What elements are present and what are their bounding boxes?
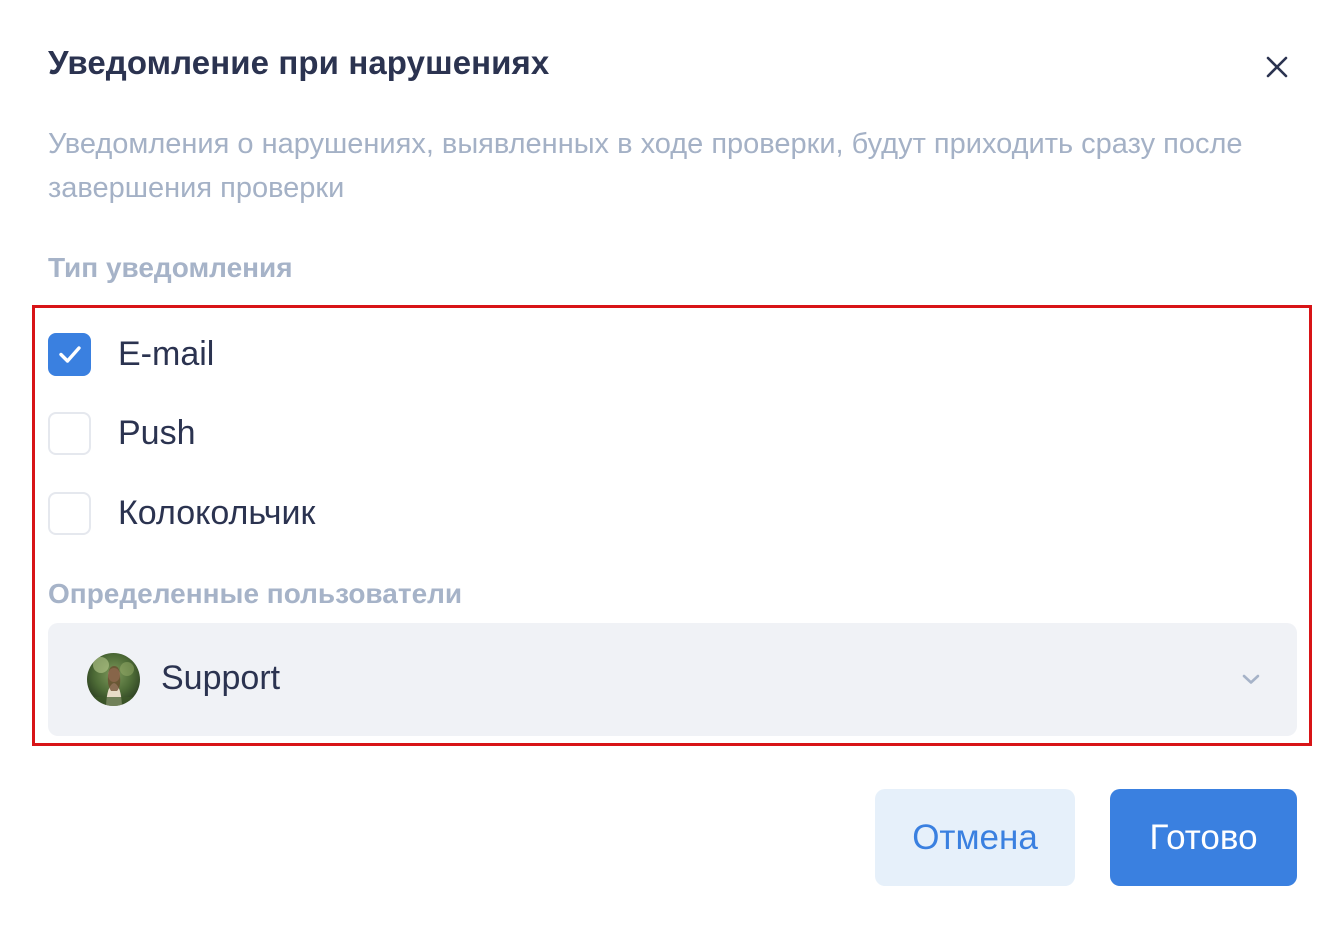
checkbox-email[interactable]: E-mail (48, 332, 214, 376)
dialog-title: Уведомление при нарушениях (48, 44, 550, 81)
cancel-button[interactable]: Отмена (875, 789, 1075, 886)
dialog-description: Уведомления о нарушениях, выявленных в х… (48, 128, 1243, 204)
bell-checkbox[interactable] (48, 491, 91, 535)
avatar (87, 653, 140, 706)
close-button[interactable] (1258, 48, 1296, 86)
push-label: Push (118, 413, 196, 452)
notification-dialog: Уведомление при нарушениях Уведомления о… (0, 0, 1342, 932)
done-button[interactable]: Готово (1110, 789, 1297, 886)
checkbox-push[interactable]: Push (48, 411, 196, 455)
close-icon (1266, 56, 1288, 78)
user-select-dropdown[interactable]: Support (48, 623, 1297, 736)
push-checkbox[interactable] (48, 411, 91, 455)
bell-label: Колокольчик (118, 493, 316, 532)
notification-type-label: Тип уведомления (48, 252, 293, 283)
checkbox-bell[interactable]: Колокольчик (48, 491, 315, 535)
email-checkbox[interactable] (48, 332, 91, 376)
checkmark-icon (58, 346, 81, 363)
chevron-down-icon (1242, 674, 1260, 684)
specific-users-label: Определенные пользователи (48, 578, 463, 609)
selected-user-name: Support (161, 659, 281, 697)
email-label: E-mail (118, 334, 215, 373)
